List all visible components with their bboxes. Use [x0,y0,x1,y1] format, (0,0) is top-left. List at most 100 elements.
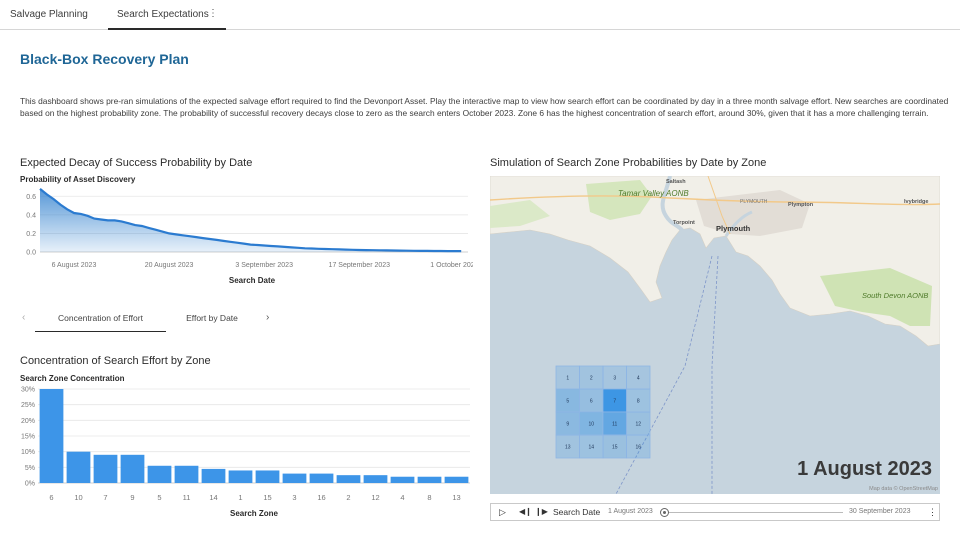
concentration-bar [147,465,172,483]
player-slider-track[interactable] [667,512,843,513]
decay-y-axis-title: Probability of Asset Discovery [20,175,136,184]
step-back-icon[interactable]: ◀❙ [519,504,532,520]
subtab-effort-by-date[interactable]: Effort by Date [172,306,252,332]
play-icon[interactable]: ▷ [499,504,506,520]
search-zone-label: 15 [612,445,618,451]
map-label-plymouth-district: PLYMOUTH [740,199,768,205]
step-forward-icon[interactable]: ❙▶ [535,504,548,520]
search-zone-label: 8 [637,399,640,405]
search-zone-label: 16 [635,445,641,451]
concentration-y-tick: 5% [25,465,35,472]
player-more-options-icon[interactable]: ⋮ [928,504,937,520]
concentration-bar [444,476,469,483]
search-zone-label: 9 [566,422,569,428]
page-description: This dashboard shows pre-ran simulations… [20,96,949,118]
search-zone-label: 12 [635,422,641,428]
concentration-y-tick: 25% [21,402,35,409]
decay-chart: Probability of Asset Discovery Search Da… [20,175,473,285]
tab-bar: Salvage Planning Search Expectations ⋮ [0,0,960,30]
search-zone-grid: 1 2 3 45 6 7 89 10 11 1213 14 15 16 [555,365,651,459]
player-start-date: 1 August 2023 [608,508,653,515]
concentration-x-tick: 12 [371,493,379,502]
concentration-x-tick: 5 [157,493,161,502]
map-label-tamar-valley: Tamar Valley AONB [618,189,689,198]
subtab-next-icon[interactable]: › [266,306,269,330]
concentration-y-tick: 0% [25,481,35,488]
decay-x-tick: 20 August 2023 [145,262,194,269]
decay-y-tick: 0.2 [26,231,36,238]
concentration-y-tick: 30% [21,387,35,394]
map-attribution: Map data © OpenStreetMap [869,486,938,492]
concentration-bar [201,468,226,483]
decay-y-tick: 0.4 [26,212,36,219]
concentration-x-tick: 10 [74,493,82,502]
player-end-date: 30 September 2023 [849,508,911,515]
concentration-x-tick: 8 [427,493,431,502]
chart-subtabs: ‹ Concentration of Effort Effort by Date… [20,306,470,332]
decay-x-tick: 3 September 2023 [235,262,293,269]
concentration-x-tick: 13 [452,493,460,502]
decay-x-axis-title: Search Date [229,276,276,285]
concentration-bar [120,454,145,483]
search-zone-label: 7 [613,399,616,405]
decay-x-tick: 6 August 2023 [52,262,97,269]
concentration-x-tick: 7 [103,493,107,502]
search-zone-label: 2 [590,376,593,382]
concentration-y-tick: 20% [21,418,35,425]
search-zone-label: 4 [637,376,640,382]
concentration-bar [390,476,415,483]
concentration-x-tick: 2 [346,493,350,502]
concentration-chart-heading: Concentration of Search Effort by Zone [20,355,211,367]
zone-probability-map[interactable]: Saltash Tamar Valley AONB Torpoint Plymo… [490,176,940,494]
concentration-bar [66,451,91,483]
concentration-x-tick: 6 [49,493,53,502]
search-zone-label: 14 [588,445,594,451]
concentration-bar [282,473,307,483]
concentration-bar [255,470,280,483]
concentration-bar [336,475,361,483]
page-title: Black-Box Recovery Plan [20,51,189,67]
date-player: ▷ ◀❙ ❙▶ Search Date 1 August 2023 30 Sep… [490,503,940,521]
concentration-x-axis-title: Search Zone [230,509,279,518]
decay-y-tick: 0.6 [26,194,36,201]
concentration-bar [417,476,442,483]
concentration-bar [309,473,334,483]
player-slider-thumb[interactable] [660,508,669,517]
concentration-x-tick: 14 [209,493,217,502]
concentration-bar [39,389,64,483]
search-zone-label: 11 [612,422,617,428]
map-label-saltash: Saltash [666,179,686,185]
concentration-bar [228,470,253,483]
decay-x-tick: 17 September 2023 [329,262,391,269]
search-zone-label: 1 [566,376,569,382]
search-zone-label: 5 [566,399,569,405]
tab-salvage-planning[interactable]: Salvage Planning [10,0,100,30]
concentration-y-axis-title: Search Zone Concentration [20,374,125,383]
map-canvas: Saltash Tamar Valley AONB Torpoint Plymo… [490,176,940,494]
concentration-chart: Search Zone Concentration Search Zone 0%… [20,374,470,518]
concentration-bar [174,465,199,483]
concentration-x-tick: 9 [130,493,134,502]
decay-chart-heading: Expected Decay of Success Probability by… [20,157,253,169]
map-heading: Simulation of Search Zone Probabilities … [490,157,767,169]
map-date-overlay: 1 August 2023 [797,458,932,480]
tab-more-options-icon[interactable]: ⋮ [208,0,218,28]
map-label-torpoint: Torpoint [673,220,695,226]
concentration-x-tick: 3 [292,493,296,502]
map-label-south-devon: South Devon AONB [862,291,928,300]
map-label-ivybridge: Ivybridge [904,199,928,205]
concentration-x-tick: 11 [183,493,191,502]
decay-x-tick: 1 October 2023 [430,262,473,269]
concentration-y-tick: 15% [21,434,35,441]
subtab-concentration-of-effort[interactable]: Concentration of Effort [35,306,166,332]
map-shipping-lane-2 [711,255,719,494]
decay-y-tick: 0.0 [26,250,36,257]
search-zone-label: 3 [613,376,616,382]
search-zone-label: 6 [590,399,593,405]
concentration-x-tick: 16 [317,493,325,502]
concentration-y-tick: 10% [21,449,35,456]
subtab-prev-icon[interactable]: ‹ [22,306,25,330]
player-label: Search Date [553,507,601,517]
search-zone-label: 13 [565,445,571,451]
map-label-plympton: Plympton [788,202,814,208]
